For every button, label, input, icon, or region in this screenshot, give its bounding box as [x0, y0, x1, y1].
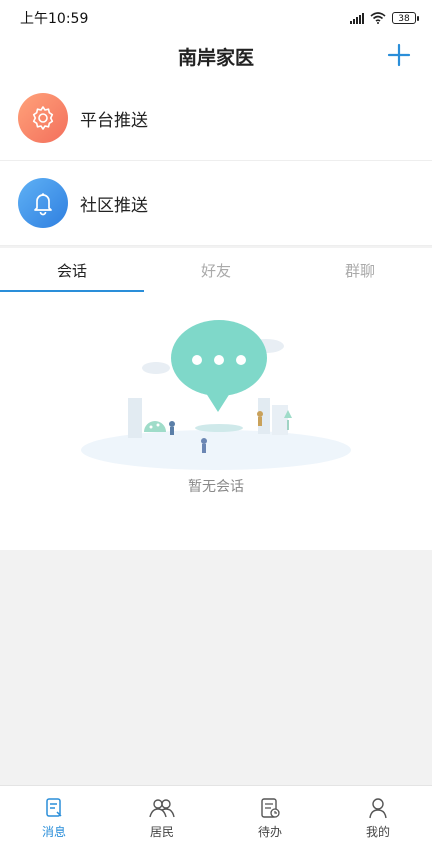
plus-icon [387, 43, 411, 67]
status-icons: 38 [350, 12, 419, 24]
platform-push-item[interactable]: 平台推送 [0, 76, 432, 161]
bottom-tab-bar: 消息 居民 待办 我的 [0, 785, 432, 851]
residents-icon [149, 799, 175, 818]
status-bar: 上午10:59 38 [0, 0, 432, 36]
empty-state: 暂无会话 [0, 292, 432, 550]
wifi-icon [370, 12, 386, 24]
empty-state-text: 暂无会话 [188, 479, 244, 495]
tab-group-chats[interactable]: 群聊 [288, 248, 432, 292]
tabbar-item-profile[interactable]: 我的 [324, 786, 432, 851]
platform-push-avatar [18, 93, 68, 143]
todo-icon [261, 798, 280, 818]
profile-icon [369, 798, 387, 819]
bell-icon [34, 193, 52, 216]
platform-push-label: 平台推送 [80, 110, 148, 131]
push-list: 平台推送 社区推送 [0, 76, 432, 246]
empty-chat-illustration [81, 320, 351, 470]
community-push-avatar [18, 178, 68, 228]
tabbar-label-messages: 消息 [41, 825, 66, 839]
tabbar-label-profile: 我的 [365, 825, 390, 839]
tabbar-label-todo: 待办 [257, 825, 282, 839]
page-title: 南岸家医 [177, 46, 254, 69]
battery-icon: 38 [392, 12, 419, 24]
community-push-label: 社区推送 [80, 195, 148, 216]
gear-icon [32, 106, 54, 130]
tabbar-label-residents: 居民 [149, 825, 174, 839]
tabbar-item-residents[interactable]: 居民 [108, 786, 216, 851]
tabbar-item-todo[interactable]: 待办 [216, 786, 324, 851]
status-time: 上午10:59 [20, 11, 89, 27]
community-push-item[interactable]: 社区推送 [0, 161, 432, 246]
conversation-tabs: 会话 好友 群聊 [0, 248, 432, 293]
message-icon [46, 798, 62, 817]
tabbar-item-messages[interactable]: 消息 [0, 786, 108, 851]
tab-friends[interactable]: 好友 [144, 248, 288, 292]
add-button[interactable] [384, 40, 414, 70]
app-header: 南岸家医 [0, 36, 432, 76]
tab-conversations[interactable]: 会话 [0, 248, 144, 293]
signal-icon [350, 12, 364, 24]
